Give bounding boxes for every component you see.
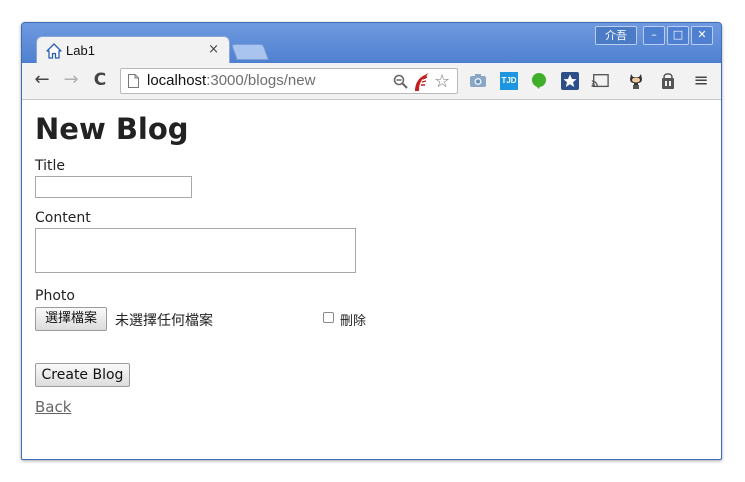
evernote-icon[interactable]: [530, 72, 548, 90]
title-input[interactable]: [35, 176, 192, 198]
browser-window: Lab1 × 介吾 – □ ✕ ← → C localhost:3000/blo…: [21, 22, 722, 460]
privacy-icon[interactable]: [659, 72, 677, 90]
cast-icon[interactable]: [591, 72, 609, 90]
no-file-chosen-text: 未選擇任何檔案: [115, 313, 213, 329]
star-badge-icon[interactable]: [561, 72, 579, 90]
page-icon: [128, 74, 139, 88]
tab-title: Lab1: [66, 43, 95, 58]
ime-indicator[interactable]: 介吾: [595, 26, 637, 45]
create-blog-button[interactable]: Create Blog: [35, 363, 130, 387]
menu-icon[interactable]: ≡: [692, 72, 710, 90]
choose-file-button[interactable]: 選擇檔案: [35, 307, 107, 331]
content-textarea[interactable]: [35, 228, 356, 273]
maximize-button[interactable]: □: [667, 26, 689, 45]
tab-close-icon[interactable]: ×: [208, 42, 219, 57]
forward-arrow-icon[interactable]: →: [61, 70, 81, 90]
url-path: :3000/blogs/new: [206, 72, 316, 89]
rails-icon[interactable]: [412, 72, 430, 92]
new-tab-button[interactable]: [231, 44, 269, 60]
back-link[interactable]: Back: [35, 398, 71, 416]
delete-photo-checkbox[interactable]: [323, 312, 334, 323]
url-host: localhost: [147, 72, 207, 89]
title-label: Title: [35, 158, 66, 174]
page-title: New Blog: [35, 112, 189, 146]
back-arrow-icon[interactable]: ←: [32, 70, 52, 90]
reload-icon[interactable]: C: [90, 70, 110, 90]
photo-label: Photo: [35, 288, 75, 304]
zoom-out-icon[interactable]: [393, 74, 408, 89]
delete-label: 刪除: [340, 314, 367, 329]
octocat-icon[interactable]: [627, 72, 645, 90]
close-window-button[interactable]: ✕: [691, 26, 713, 45]
minimize-button[interactable]: –: [643, 26, 665, 45]
tab-lab1[interactable]: Lab1 ×: [36, 36, 230, 64]
content-label: Content: [35, 210, 91, 226]
url-text[interactable]: localhost:3000/blogs/new: [147, 72, 315, 89]
title-bar: Lab1 × 介吾 – □ ✕: [22, 23, 721, 64]
browser-toolbar: ← → C localhost:3000/blogs/new ☆ TJD ≡: [22, 63, 721, 100]
home-icon: [46, 43, 62, 59]
page-content: New Blog Title Content Photo 選擇檔案 未選擇任何檔…: [22, 100, 721, 459]
camera-icon[interactable]: [469, 72, 487, 90]
address-bar[interactable]: localhost:3000/blogs/new ☆: [120, 68, 458, 94]
tjd-icon[interactable]: TJD: [500, 72, 518, 90]
bookmark-star-icon[interactable]: ☆: [434, 71, 450, 92]
